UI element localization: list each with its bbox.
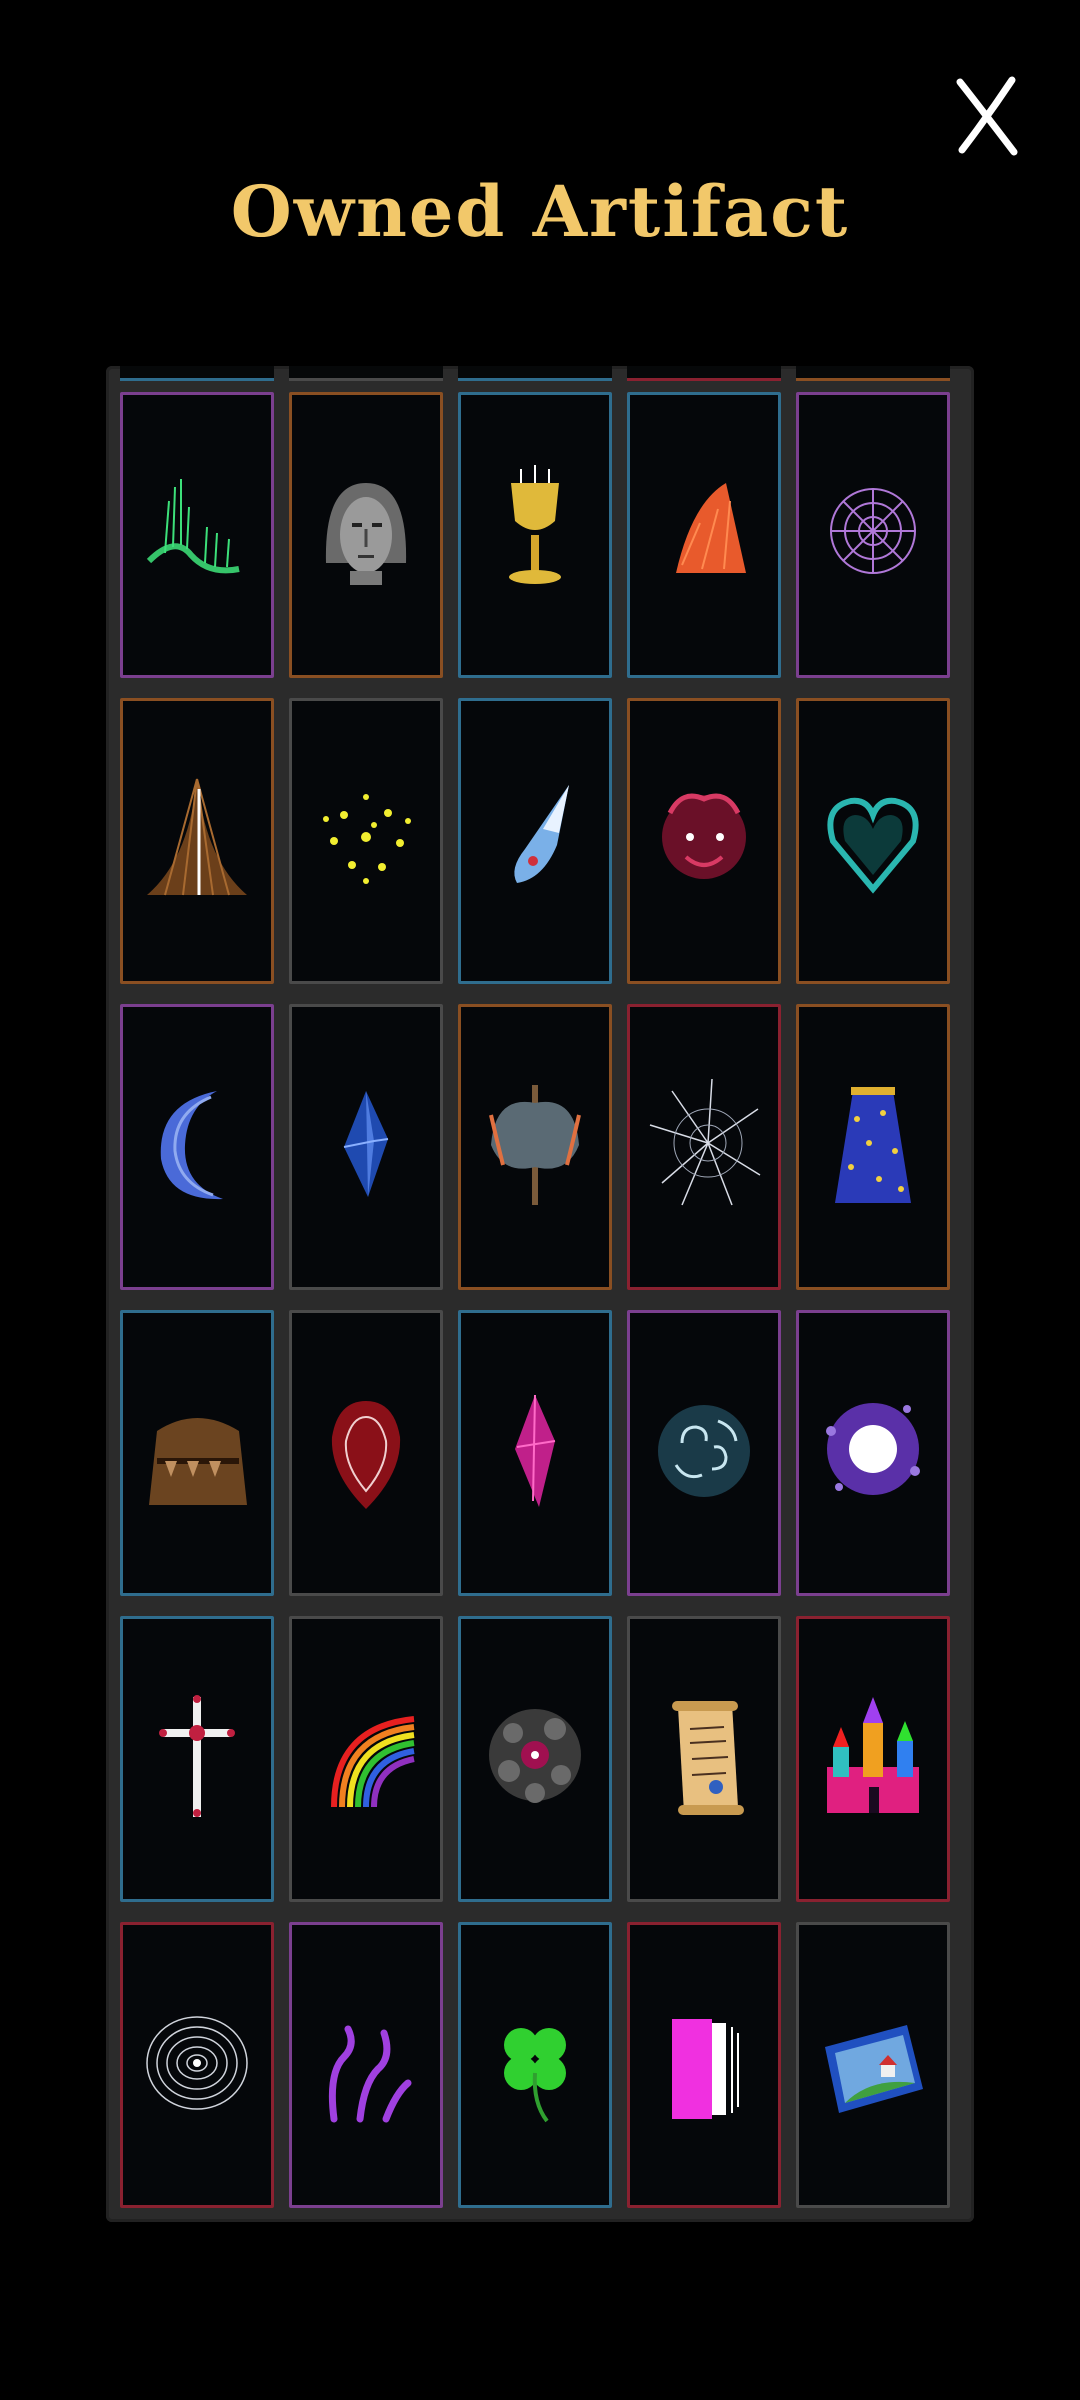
card-peek bbox=[627, 366, 781, 381]
artifact-card[interactable] bbox=[796, 1616, 950, 1902]
red-fur-icon bbox=[676, 483, 746, 573]
artifact-card[interactable] bbox=[289, 392, 443, 678]
wooden-mimic-icon bbox=[149, 1418, 247, 1505]
shattered-glass-icon bbox=[649, 1078, 761, 1206]
rainbow-icon bbox=[331, 1716, 415, 1808]
holy-cross-icon bbox=[159, 1695, 235, 1817]
painting-icon bbox=[825, 2025, 923, 2113]
artifact-card[interactable] bbox=[458, 1922, 612, 2208]
artifact-card[interactable] bbox=[458, 698, 612, 984]
artifact-card[interactable] bbox=[120, 1616, 274, 1902]
close-button[interactable] bbox=[952, 76, 1022, 156]
artifact-card[interactable] bbox=[458, 1004, 612, 1290]
card-peek bbox=[120, 366, 274, 381]
vortex-icon bbox=[146, 2016, 248, 2110]
artifact-card[interactable] bbox=[120, 392, 274, 678]
starry-cloak-icon bbox=[835, 1087, 911, 1203]
golden-chalice-icon bbox=[509, 465, 561, 584]
yellow-sparks-icon bbox=[323, 794, 411, 884]
double-axe-icon bbox=[489, 1085, 581, 1205]
artifact-card[interactable] bbox=[796, 1310, 950, 1596]
scroll-icon bbox=[672, 1701, 744, 1815]
artifact-card[interactable] bbox=[627, 1310, 781, 1596]
artifact-card[interactable] bbox=[289, 1310, 443, 1596]
artifact-card[interactable] bbox=[120, 1004, 274, 1290]
red-seed-icon bbox=[331, 1401, 401, 1509]
artifact-grid bbox=[120, 392, 950, 2208]
artifact-card[interactable] bbox=[458, 392, 612, 678]
crescent-moon-icon bbox=[160, 1091, 223, 1200]
artifact-card[interactable] bbox=[796, 392, 950, 678]
artifact-card[interactable] bbox=[289, 1616, 443, 1902]
artifact-card[interactable] bbox=[796, 698, 950, 984]
artifact-card[interactable] bbox=[627, 1616, 781, 1902]
artifact-card[interactable] bbox=[458, 1616, 612, 1902]
dark-cluster-icon bbox=[489, 1709, 581, 1803]
thorny-heart-icon bbox=[827, 797, 919, 894]
tent-icon bbox=[147, 778, 247, 896]
jester-face-icon bbox=[662, 793, 746, 879]
swirl-orb-icon bbox=[658, 1405, 750, 1497]
artifact-card[interactable] bbox=[120, 1922, 274, 2208]
artifact-card[interactable] bbox=[627, 1004, 781, 1290]
glitch-block-icon bbox=[672, 2019, 739, 2119]
crystal-fang-icon bbox=[514, 785, 569, 883]
dream-castle-icon bbox=[827, 1697, 919, 1813]
artifact-card[interactable] bbox=[627, 1922, 781, 2208]
artifact-card[interactable] bbox=[289, 698, 443, 984]
four-leaf-clover-icon bbox=[504, 2028, 566, 2123]
artifact-card[interactable] bbox=[796, 1004, 950, 1290]
purple-portal-icon bbox=[826, 1403, 920, 1495]
artifact-card[interactable] bbox=[796, 1922, 950, 2208]
close-icon[interactable] bbox=[952, 76, 1022, 156]
page-title: Owned Artifact bbox=[230, 170, 850, 253]
artifact-panel[interactable] bbox=[106, 366, 974, 2222]
blue-crystal-icon bbox=[343, 1091, 389, 1197]
card-peek bbox=[796, 366, 950, 381]
card-peek bbox=[458, 366, 612, 381]
artifact-card[interactable] bbox=[120, 698, 274, 984]
artifact-card[interactable] bbox=[627, 698, 781, 984]
stone-mask-icon bbox=[325, 483, 407, 585]
spider-web-icon bbox=[830, 488, 916, 574]
artifact-card[interactable] bbox=[627, 392, 781, 678]
artifact-card[interactable] bbox=[120, 1310, 274, 1596]
aurora-icon bbox=[146, 479, 240, 574]
purple-tentacles-icon bbox=[328, 2025, 412, 2123]
pink-crystal-icon bbox=[515, 1394, 556, 1507]
artifact-card[interactable] bbox=[289, 1004, 443, 1290]
artifact-card[interactable] bbox=[289, 1922, 443, 2208]
artifact-card[interactable] bbox=[458, 1310, 612, 1596]
card-peek bbox=[289, 366, 443, 381]
